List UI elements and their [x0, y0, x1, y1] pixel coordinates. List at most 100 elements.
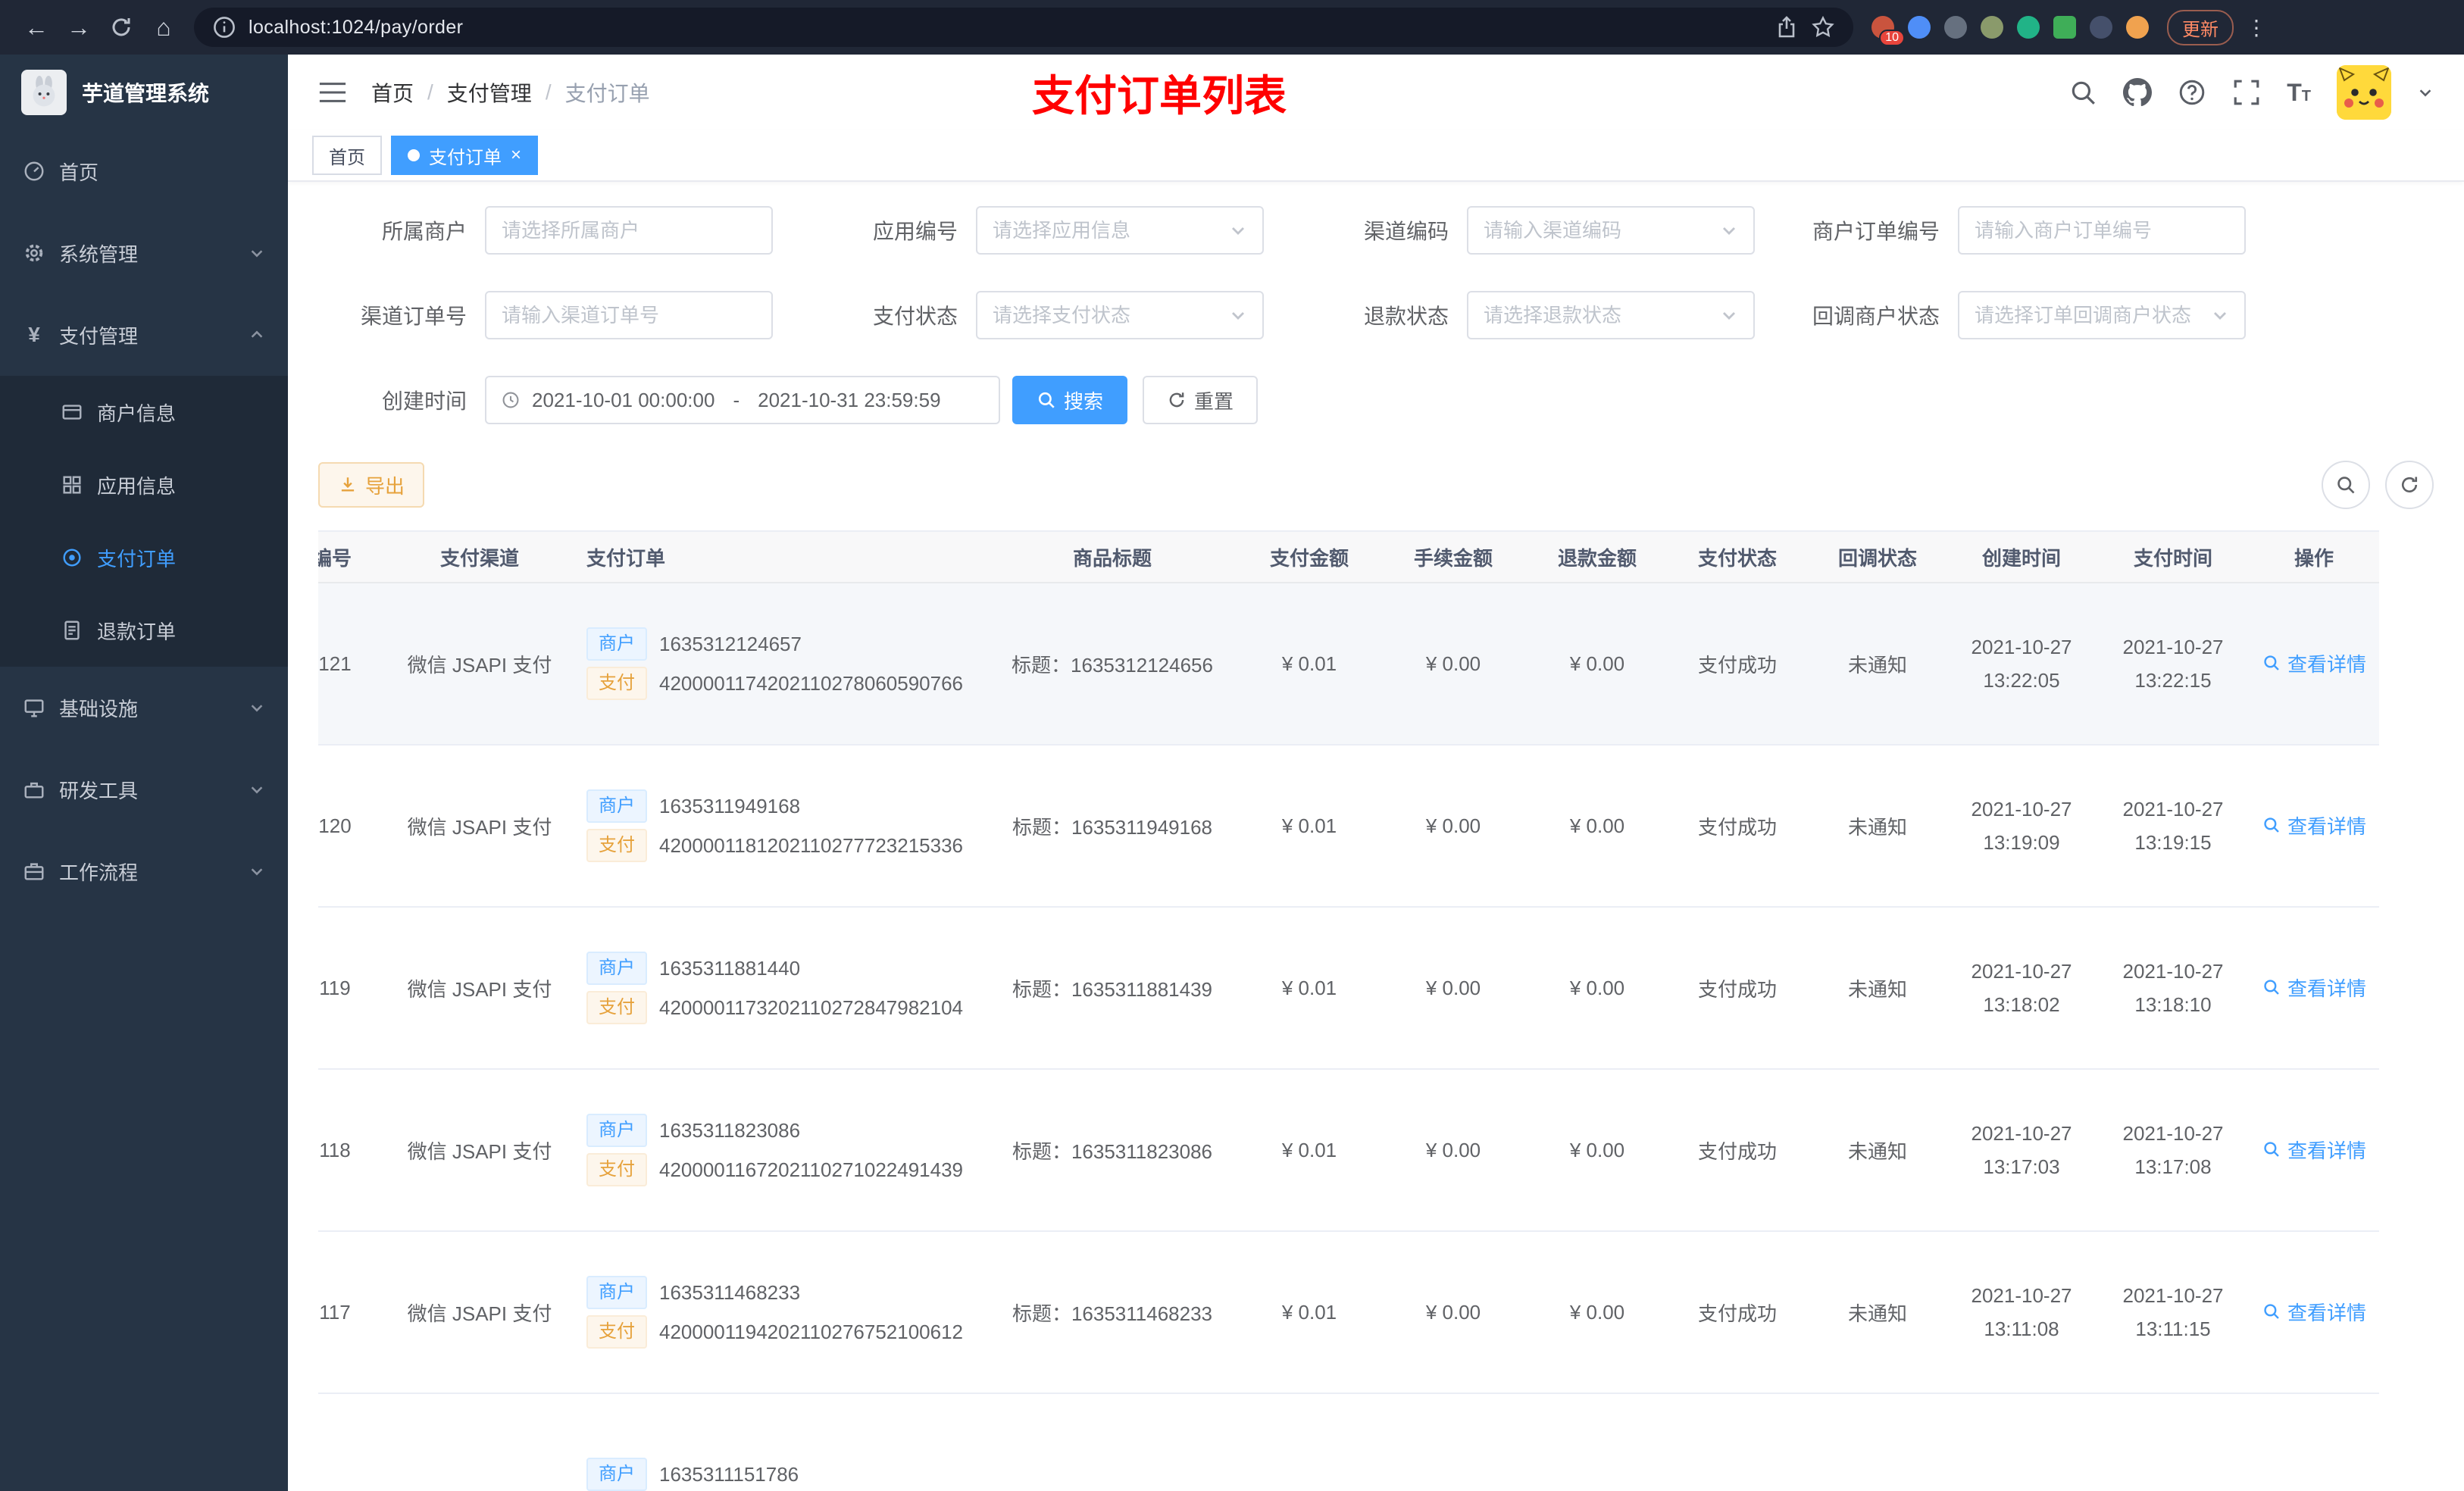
merchant-order-no-filter-input[interactable]: [1975, 218, 2229, 242]
pay-status-filter[interactable]: [976, 291, 1264, 339]
url-text[interactable]: localhost:1024/pay/order: [249, 17, 463, 39]
channel-code-filter[interactable]: [1467, 206, 1755, 255]
toggle-search-button[interactable]: [2322, 461, 2370, 509]
app-no-filter[interactable]: [976, 206, 1264, 255]
extension-blue[interactable]: [1908, 16, 1931, 39]
refresh-icon[interactable]: [100, 6, 142, 48]
view-detail-link[interactable]: 查看详情: [2262, 1298, 2366, 1326]
extension-face[interactable]: [2126, 16, 2149, 39]
col-order: 支付订单: [574, 531, 983, 583]
pay-status-filter-input[interactable]: [993, 303, 1220, 327]
extension-gray[interactable]: [1944, 16, 1967, 39]
github-icon[interactable]: [2123, 78, 2153, 107]
refresh-table-button[interactable]: [2385, 461, 2434, 509]
extension-olive[interactable]: [1981, 16, 2003, 39]
sidebar-item-refund-order[interactable]: 退款订单: [0, 594, 288, 667]
cell-fee: ¥ 0.00: [1377, 1069, 1529, 1232]
cell-title: 标题：1635312124656: [983, 583, 1241, 746]
merchant-filter[interactable]: [485, 206, 773, 255]
reset-button[interactable]: 重置: [1143, 376, 1259, 424]
cell-refund: ¥ 0.00: [1529, 745, 1665, 908]
browser-update-button[interactable]: 更新: [2167, 9, 2234, 45]
tab-pay-order[interactable]: 支付订单 ×: [391, 136, 539, 175]
info-icon[interactable]: [212, 15, 236, 39]
back-icon[interactable]: ←: [15, 6, 58, 48]
address-bar[interactable]: localhost:1024/pay/order: [194, 8, 1853, 47]
breadcrumb-pay[interactable]: 支付管理: [447, 77, 532, 108]
notify-status-filter-input[interactable]: [1975, 303, 2202, 327]
view-detail-link[interactable]: 查看详情: [2262, 974, 2366, 1002]
sidebar-item-merchant-info[interactable]: 商户信息: [0, 376, 288, 449]
chevron-down-icon[interactable]: [2417, 84, 2434, 101]
date-end[interactable]: 2021-10-31 23:59:59: [758, 389, 940, 412]
cell-notify: [1809, 1393, 1946, 1491]
sidebar-item-devtools[interactable]: 研发工具: [0, 749, 288, 830]
view-detail-link[interactable]: 查看详情: [2262, 811, 2366, 839]
breadcrumb-home[interactable]: 首页: [371, 77, 414, 108]
avatar[interactable]: [2337, 65, 2391, 120]
app-logo[interactable]: 芋道管理系统: [0, 55, 288, 130]
forward-icon[interactable]: →: [58, 6, 100, 48]
col-fee: 手续金额: [1377, 531, 1529, 583]
fullscreen-icon[interactable]: [2232, 78, 2261, 107]
refund-status-filter[interactable]: [1467, 291, 1755, 339]
download-icon: [341, 477, 355, 492]
create-time-range[interactable]: 2021-10-01 00:00:00 - 2021-10-31 23:59:5…: [485, 376, 1000, 424]
star-icon[interactable]: [1811, 15, 1835, 39]
sidebar-item-workflow[interactable]: 工作流程: [0, 830, 288, 912]
view-detail-icon: [2264, 1142, 2279, 1158]
cell-status: [1665, 1393, 1809, 1491]
view-detail-link[interactable]: 查看详情: [2262, 649, 2366, 677]
sidebar-item-system[interactable]: 系统管理: [0, 212, 288, 294]
merchant-tag: 商户: [586, 952, 647, 985]
sidebar-item-app-info[interactable]: 应用信息: [0, 449, 288, 521]
search-icon[interactable]: [2068, 78, 2097, 107]
search-button[interactable]: 搜索: [1012, 376, 1128, 424]
cell-status: 支付成功: [1665, 907, 1809, 1070]
cell-fee: ¥ 0.00: [1377, 1231, 1529, 1394]
merchant-order-no-filter[interactable]: [1958, 206, 2246, 255]
cell-channel: 微信 JSAPI 支付: [385, 907, 574, 1070]
channel-order-no-filter-input[interactable]: [502, 303, 756, 327]
cell-notify: 未通知: [1809, 583, 1946, 746]
menu-fold-icon[interactable]: [318, 80, 347, 105]
export-button[interactable]: 导出: [318, 462, 425, 508]
share-icon[interactable]: [1775, 15, 1799, 39]
extension-dark[interactable]: [2090, 16, 2112, 39]
sidebar-item-home[interactable]: 首页: [0, 130, 288, 212]
sidebar-item-infra[interactable]: 基础设施: [0, 667, 288, 749]
app-no-filter-input[interactable]: [993, 218, 1220, 242]
extension-red[interactable]: 10: [1871, 16, 1905, 46]
font-size-icon[interactable]: TT: [2287, 80, 2311, 105]
notify-status-filter[interactable]: [1958, 291, 2246, 339]
chevron-down-icon: [251, 250, 263, 258]
extension-green[interactable]: [2053, 16, 2076, 39]
sidebar-item-pay-order[interactable]: 支付订单: [0, 521, 288, 594]
chevron-down-icon: [251, 786, 263, 794]
browser-menu-icon[interactable]: ⋮: [2246, 15, 2269, 40]
help-icon[interactable]: [2178, 78, 2206, 107]
refund-status-filter-input[interactable]: [1484, 303, 1711, 327]
date-start[interactable]: 2021-10-01 00:00:00: [532, 389, 714, 412]
cell-amount: [1241, 1393, 1377, 1491]
table-row: 117 微信 JSAPI 支付 商户 1635311468233 支付 420000119…: [318, 1231, 2379, 1394]
merchant-filter-input[interactable]: [502, 218, 756, 242]
extension-teal[interactable]: [2017, 16, 2040, 39]
home-icon[interactable]: ⌂: [142, 6, 185, 48]
filter-label: 渠道订单号: [360, 305, 467, 328]
cell-action: 查看详情: [2249, 745, 2379, 908]
col-pay-time: 支付时间: [2097, 531, 2249, 583]
cell-amount: ¥ 0.01: [1241, 745, 1377, 908]
close-icon[interactable]: ×: [511, 146, 521, 164]
page-title: 支付订单列表: [1032, 71, 1287, 120]
channel-order-no-filter[interactable]: [485, 291, 773, 339]
channel-code-filter-input[interactable]: [1484, 218, 1711, 242]
col-notify: 回调状态: [1809, 531, 1946, 583]
merchant-order-no: 1635311823086: [659, 1118, 801, 1142]
view-detail-link[interactable]: 查看详情: [2262, 1136, 2366, 1164]
col-create-time: 创建时间: [1946, 531, 2097, 583]
sidebar-item-payment[interactable]: ¥ 支付管理: [0, 294, 288, 376]
pay-order-no: 4200001173202110272847982104: [659, 996, 964, 1019]
chevron-down-icon: [251, 705, 263, 712]
tab-home[interactable]: 首页: [312, 136, 382, 175]
